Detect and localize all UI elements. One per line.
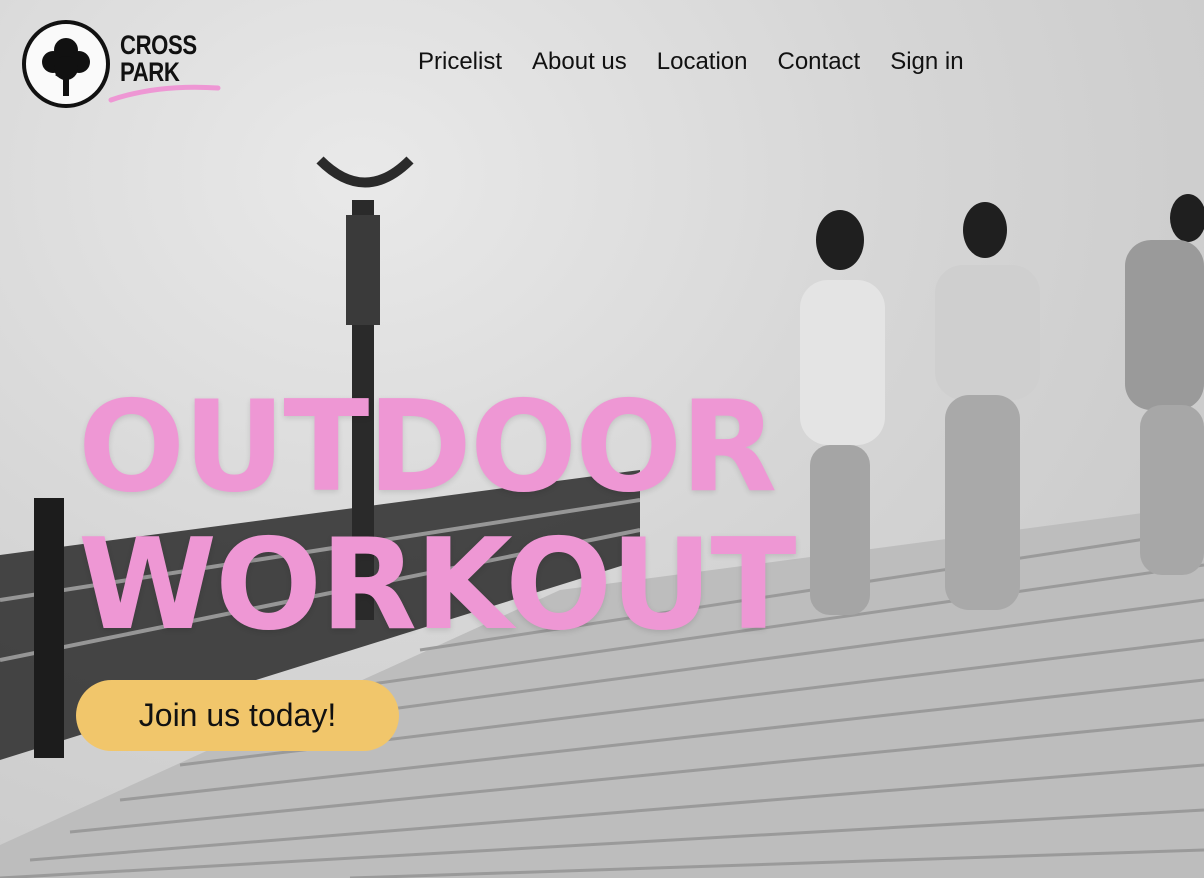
main-nav: Pricelist About us Location Contact Sign… — [418, 44, 964, 80]
headline-line2: WORKOUT — [78, 511, 796, 658]
nav-location[interactable]: Location — [657, 44, 748, 80]
crosspark-logo[interactable]: CROSS PARK — [20, 18, 230, 108]
headline-line1: OUTDOOR — [78, 373, 777, 520]
logo-line1: CROSS — [120, 30, 197, 60]
nav-about-us[interactable]: About us — [532, 44, 627, 80]
nav-contact[interactable]: Contact — [778, 44, 861, 80]
tree-icon — [42, 38, 90, 96]
logo-badge — [22, 20, 110, 108]
join-us-button[interactable]: Join us today! — [76, 680, 399, 751]
nav-sign-in[interactable]: Sign in — [890, 44, 963, 80]
nav-pricelist[interactable]: Pricelist — [418, 44, 502, 80]
hero-headline: OUTDOOR WORKOUT — [78, 373, 796, 658]
logo-swash — [108, 84, 221, 103]
